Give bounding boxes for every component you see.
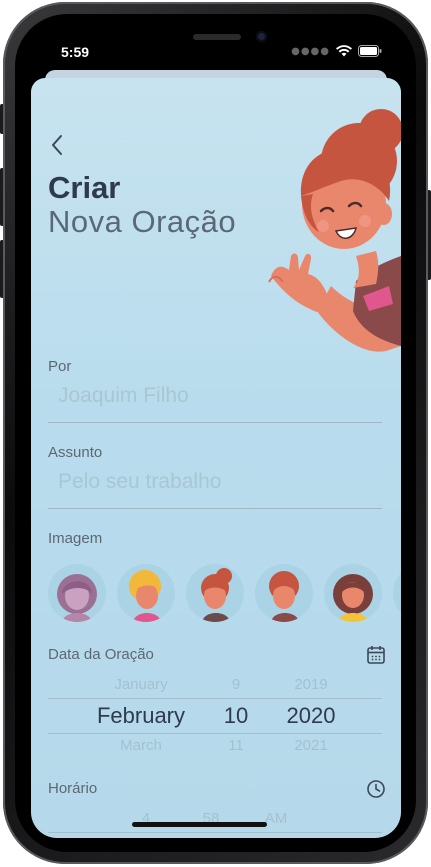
subject-label: Assunto bbox=[48, 444, 103, 461]
avatar-selector bbox=[48, 564, 401, 622]
avatar-option-4[interactable] bbox=[255, 564, 313, 622]
screen: 5:59 ●●●● Criar Nova Oração Por Joaquim … bbox=[15, 14, 416, 852]
avatar-option-5[interactable] bbox=[324, 564, 382, 622]
image-label: Imagem bbox=[48, 530, 103, 547]
signal-dots-icon: ●●●● bbox=[291, 45, 330, 57]
battery-icon bbox=[358, 45, 382, 57]
create-prayer-sheet: Criar Nova Oração Por Joaquim Filho Assu… bbox=[31, 78, 401, 838]
status-icons: ●●●● bbox=[291, 45, 382, 57]
by-underline bbox=[48, 422, 382, 423]
date-year-prev: 2019 bbox=[294, 676, 328, 693]
by-input[interactable]: Joaquim Filho bbox=[58, 384, 189, 408]
date-picker-bottom-line bbox=[48, 733, 382, 734]
page-title: Criar bbox=[48, 170, 121, 205]
date-month-prev: January bbox=[114, 676, 168, 693]
status-time: 5:59 bbox=[61, 44, 90, 60]
subject-input[interactable]: Pelo seu trabalho bbox=[58, 470, 221, 494]
back-button[interactable] bbox=[47, 130, 69, 160]
by-label: Por bbox=[48, 358, 72, 375]
subject-underline bbox=[48, 508, 382, 509]
date-day-next: 11 bbox=[228, 737, 244, 754]
page-subtitle: Nova Oração bbox=[48, 204, 237, 239]
avatar-option-3[interactable] bbox=[186, 564, 244, 622]
clock-icon[interactable] bbox=[365, 778, 387, 800]
avatar-option-2[interactable] bbox=[117, 564, 175, 622]
chevron-left-icon bbox=[52, 135, 62, 155]
date-year-next: 2021 bbox=[294, 737, 328, 754]
date-month-selected: February bbox=[96, 703, 186, 728]
home-indicator[interactable] bbox=[132, 822, 267, 827]
time-hour-selected: 5 bbox=[126, 836, 166, 838]
phone-frame: 5:59 ●●●● Criar Nova Oração Por Joaquim … bbox=[3, 2, 428, 864]
speaker bbox=[193, 34, 241, 40]
date-month-next: March bbox=[120, 737, 162, 754]
woman-waving-illustration bbox=[268, 109, 401, 352]
date-label: Data da Oração bbox=[48, 646, 154, 663]
time-minute-selected: 59 bbox=[189, 836, 235, 838]
wifi-icon bbox=[336, 45, 352, 57]
time-label: Horário bbox=[48, 780, 98, 797]
date-day-prev: 9 bbox=[231, 676, 241, 693]
date-year-selected: 2020 bbox=[286, 703, 336, 728]
date-day-selected: 10 bbox=[223, 703, 249, 728]
avatar-option-6[interactable] bbox=[393, 564, 401, 622]
front-camera bbox=[256, 31, 267, 42]
time-period-selected: PM bbox=[249, 836, 305, 838]
date-picker-top-line bbox=[48, 698, 382, 699]
avatar-option-1[interactable] bbox=[48, 564, 106, 622]
calendar-icon[interactable] bbox=[365, 644, 387, 666]
time-picker-top-line bbox=[48, 832, 382, 833]
